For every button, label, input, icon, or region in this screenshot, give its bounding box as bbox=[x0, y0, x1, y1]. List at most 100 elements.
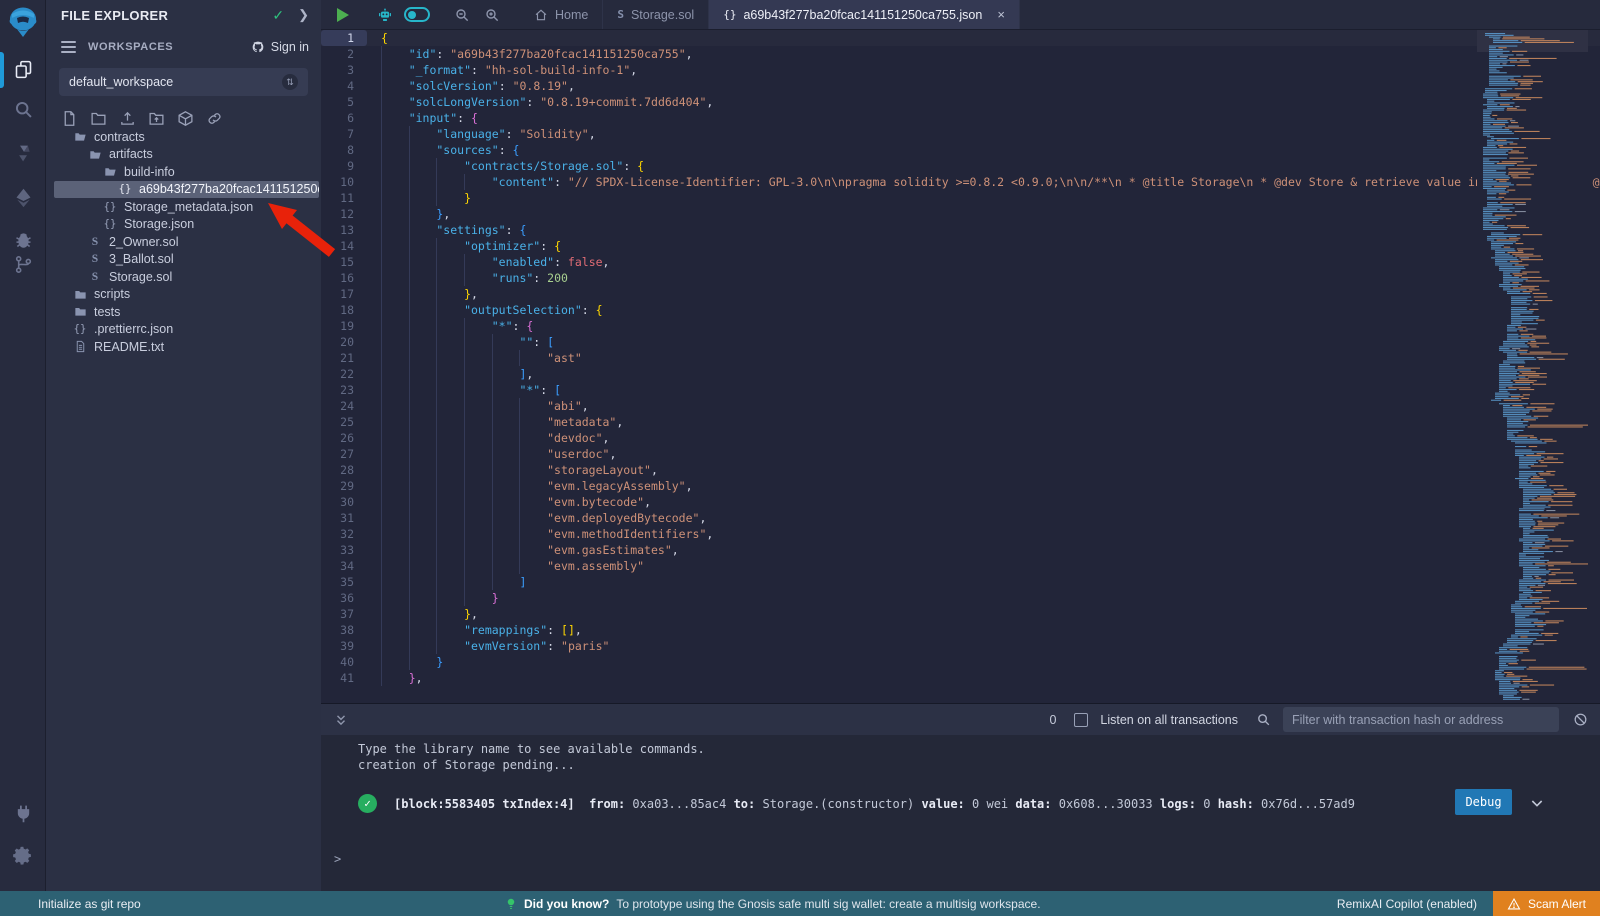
plugin-manager-icon[interactable] bbox=[0, 796, 46, 830]
deploy-and-run-icon[interactable] bbox=[0, 180, 46, 214]
tip-text: To prototype using the Gnosis safe multi… bbox=[616, 897, 1040, 911]
solidity-compiler-icon[interactable] bbox=[0, 136, 46, 170]
code-line-11: 11 } bbox=[321, 190, 1600, 206]
file-name: Storage.sol bbox=[109, 270, 172, 284]
warning-icon bbox=[1507, 897, 1521, 911]
workspaces-menu-icon[interactable] bbox=[61, 41, 76, 53]
git-init-button[interactable]: Initialize as git repo bbox=[0, 897, 141, 911]
file-explorer-header: FILE EXPLORER ✓ ❯ bbox=[46, 0, 321, 30]
tree-item-storage-sol[interactable]: SStorage.sol bbox=[46, 268, 321, 286]
file-name: build-info bbox=[124, 165, 175, 179]
solidity-file-icon: S bbox=[617, 8, 624, 21]
json-icon: {} bbox=[102, 201, 118, 213]
code-line-24: 24 "abi", bbox=[321, 398, 1600, 414]
minimap-canvas bbox=[1477, 30, 1588, 703]
tab-build-info-json[interactable]: {} a69b43f277ba20fcac141151250ca755.json… bbox=[709, 0, 1020, 29]
copilot-status[interactable]: RemixAI Copilot (enabled) bbox=[1337, 897, 1477, 911]
run-script-play-icon[interactable] bbox=[337, 8, 349, 22]
file-tree: contractsartifactsbuild-info {}a69b43f277… bbox=[46, 128, 321, 356]
file-actions-toolbar bbox=[46, 96, 321, 132]
debug-button[interactable]: Debug bbox=[1455, 789, 1512, 815]
terminal: 0 Listen on all transactions Type the li… bbox=[321, 703, 1600, 891]
code-area[interactable]: 1{2 "id": "a69b43f277ba20fcac141151250ca… bbox=[321, 30, 1600, 703]
terminal-prompt[interactable]: > bbox=[334, 851, 341, 867]
tree-item-3-ballot-sol[interactable]: S3_Ballot.sol bbox=[46, 251, 321, 269]
code-line-22: 22 ], bbox=[321, 366, 1600, 382]
remixai-robot-icon[interactable] bbox=[370, 0, 400, 30]
transaction-filter-input[interactable] bbox=[1283, 707, 1559, 732]
git-icon[interactable] bbox=[0, 247, 46, 281]
file-name: scripts bbox=[94, 287, 130, 301]
code-line-41: 41 }, bbox=[321, 670, 1600, 686]
code-line-9: 9 "contracts/Storage.sol": { bbox=[321, 158, 1600, 174]
code-line-39: 39 "evmVersion": "paris" bbox=[321, 638, 1600, 654]
home-icon bbox=[534, 8, 548, 22]
code-line-31: 31 "evm.deployedBytecode", bbox=[321, 510, 1600, 526]
panel-title: FILE EXPLORER bbox=[61, 8, 272, 23]
tree-item-a69b43f277ba20fcac141151250ca7-[interactable]: {}a69b43f277ba20fcac141151250ca7... bbox=[54, 181, 319, 199]
file-explorer-panel: FILE EXPLORER ✓ ❯ WORKSPACES Sign in def… bbox=[46, 0, 321, 891]
terminal-body[interactable]: Type the library name to see available c… bbox=[321, 735, 1600, 892]
code-line-33: 33 "evm.gasEstimates", bbox=[321, 542, 1600, 558]
workspace-select[interactable]: default_workspace ⇅ bbox=[59, 68, 308, 96]
folder-open-icon bbox=[102, 165, 118, 178]
folder-open-icon bbox=[87, 148, 103, 161]
chevron-right-icon[interactable]: ❯ bbox=[298, 7, 309, 23]
tree-item-contracts[interactable]: contracts bbox=[46, 128, 321, 146]
code-line-18: 18 "outputSelection": { bbox=[321, 302, 1600, 318]
tree-item-scripts[interactable]: scripts bbox=[46, 286, 321, 304]
settings-gear-icon[interactable] bbox=[0, 838, 46, 872]
tree-item-tests[interactable]: tests bbox=[46, 303, 321, 321]
code-line-28: 28 "storageLayout", bbox=[321, 462, 1600, 478]
terminal-header: 0 Listen on all transactions bbox=[321, 704, 1600, 735]
zoom-in-icon[interactable] bbox=[477, 0, 507, 30]
search-icon[interactable] bbox=[0, 92, 46, 126]
json-file-icon: {} bbox=[723, 8, 736, 21]
listen-checkbox[interactable] bbox=[1074, 713, 1088, 727]
close-tab-icon[interactable]: × bbox=[997, 7, 1005, 22]
file-name: 2_Owner.sol bbox=[109, 235, 178, 249]
code-line-20: 20 "": [ bbox=[321, 334, 1600, 350]
tab-label: Storage.sol bbox=[631, 8, 694, 22]
workspace-caret-icon: ⇅ bbox=[282, 74, 298, 90]
tab-label: Home bbox=[555, 8, 588, 22]
doc-icon bbox=[72, 340, 88, 353]
code-line-40: 40 } bbox=[321, 654, 1600, 670]
remix-logo-icon[interactable] bbox=[7, 6, 39, 40]
tree-item-2-owner-sol[interactable]: S2_Owner.sol bbox=[46, 233, 321, 251]
tree-item-build-info[interactable]: build-info bbox=[46, 163, 321, 181]
minimap[interactable] bbox=[1477, 30, 1588, 703]
clear-console-icon[interactable] bbox=[1573, 712, 1588, 727]
code-lines: 1{2 "id": "a69b43f277ba20fcac141151250ca… bbox=[321, 30, 1600, 686]
tab-label: a69b43f277ba20fcac141151250ca755.json bbox=[743, 8, 982, 22]
json-icon: {} bbox=[72, 323, 88, 335]
code-line-16: 16 "runs": 200 bbox=[321, 270, 1600, 286]
search-icon bbox=[1256, 712, 1271, 727]
tree-item--prettierrc-json[interactable]: {}.prettierrc.json bbox=[46, 321, 321, 339]
code-line-4: 4 "solcVersion": "0.8.19", bbox=[321, 78, 1600, 94]
code-line-32: 32 "evm.methodIdentifiers", bbox=[321, 526, 1600, 542]
tx-summary: [block:5583405 txIndex:4] from: 0xa03...… bbox=[394, 796, 1355, 812]
tree-item-storage-metadata-json[interactable]: {}Storage_metadata.json bbox=[46, 198, 321, 216]
workspaces-label: WORKSPACES bbox=[88, 41, 250, 53]
did-you-know-tip: Did you know? To prototype using the Gno… bbox=[505, 897, 1041, 911]
scam-alert-button[interactable]: Scam Alert bbox=[1493, 891, 1600, 916]
tx-expand-chevron-icon[interactable] bbox=[1529, 795, 1545, 815]
github-sign-in-button[interactable]: Sign in bbox=[250, 39, 309, 55]
zoom-out-icon[interactable] bbox=[447, 0, 477, 30]
code-line-34: 34 "evm.assembly" bbox=[321, 558, 1600, 574]
code-line-36: 36 } bbox=[321, 590, 1600, 606]
code-line-35: 35 ] bbox=[321, 574, 1600, 590]
tab-home[interactable]: Home bbox=[520, 0, 603, 29]
status-bar: Initialize as git repo Did you know? To … bbox=[0, 891, 1600, 916]
tree-item-readme-txt[interactable]: README.txt bbox=[46, 338, 321, 356]
tree-item-storage-json[interactable]: {}Storage.json bbox=[46, 216, 321, 234]
remixai-toggle[interactable] bbox=[404, 7, 430, 22]
transaction-row[interactable]: ✓ [block:5583405 txIndex:4] from: 0xa03.… bbox=[358, 794, 1600, 813]
terminal-collapse-icon[interactable] bbox=[334, 713, 348, 727]
tree-item-artifacts[interactable]: artifacts bbox=[46, 146, 321, 164]
terminal-log-line: Type the library name to see available c… bbox=[358, 741, 1600, 757]
file-explorer-icon[interactable] bbox=[0, 52, 46, 86]
tab-storage-sol[interactable]: S Storage.sol bbox=[603, 0, 709, 29]
check-icon: ✓ bbox=[272, 7, 284, 24]
